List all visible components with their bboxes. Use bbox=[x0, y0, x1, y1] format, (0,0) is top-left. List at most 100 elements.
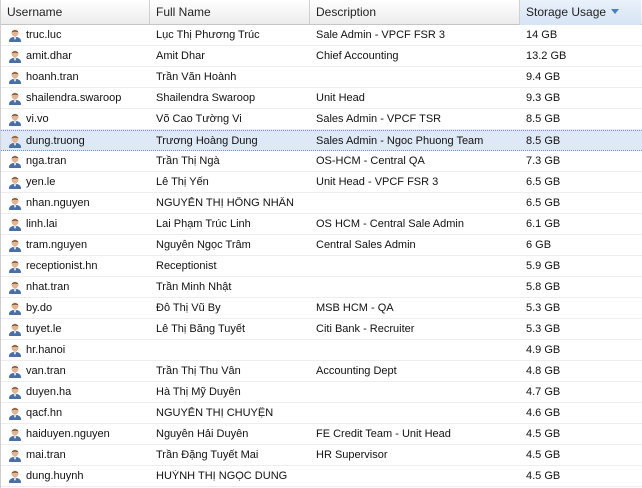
cell-username: van.tran bbox=[1, 364, 150, 378]
cell-description: Citi Bank - Recruiter bbox=[316, 323, 415, 335]
cell-username: mai.tran bbox=[1, 448, 150, 462]
table-row[interactable]: by.do Đỗ Thị Vũ By MSB HCM - QA 5.3 GB bbox=[1, 298, 642, 319]
cell-username: nga.tran bbox=[1, 154, 150, 168]
username-text: duyen.ha bbox=[26, 386, 72, 398]
cell-username: dung.huynh bbox=[1, 469, 150, 483]
cell-full-name: Đỗ Thị Vũ By bbox=[156, 302, 221, 314]
cell-description: Sales Admin - Ngoc Phuong Team bbox=[316, 134, 484, 147]
storage-usage-grid: Username Full Name Description Storage U… bbox=[0, 0, 642, 488]
cell-storage-usage: 8.5 GB bbox=[526, 134, 561, 147]
table-row[interactable]: nhan.nguyen NGUYỄN THỊ HỒNG NHÂN 6.5 GB bbox=[1, 193, 642, 214]
cell-username: dung.truong bbox=[1, 134, 150, 148]
cell-description: Central Sales Admin bbox=[316, 239, 416, 251]
table-row[interactable]: yen.le Lê Thị Yến Unit Head - VPCF FSR 3… bbox=[1, 172, 642, 193]
username-text: receptionist.hn bbox=[26, 260, 98, 272]
column-header-storage-usage[interactable]: Storage Usage bbox=[520, 0, 641, 25]
username-text: mai.tran bbox=[26, 449, 66, 461]
cell-full-name: Nguyễn Hải Duyên bbox=[156, 428, 249, 440]
cell-storage-usage: 9.4 GB bbox=[526, 71, 561, 83]
cell-full-name: Trần Minh Nhật bbox=[156, 281, 232, 293]
cell-full-name: Lai Phạm Trúc Linh bbox=[156, 218, 251, 230]
cell-full-name: Nguyễn Ngọc Trâm bbox=[156, 239, 251, 251]
username-text: haiduyen.nguyen bbox=[26, 428, 110, 440]
cell-storage-usage: 5.3 GB bbox=[526, 323, 561, 335]
cell-storage-usage: 4.5 GB bbox=[526, 470, 561, 482]
table-row[interactable]: linh.lai Lai Phạm Trúc Linh OS HCM - Cen… bbox=[1, 214, 642, 235]
cell-description: Sales Admin - VPCF TSR bbox=[316, 113, 442, 125]
cell-description: Unit Head - VPCF FSR 3 bbox=[316, 176, 439, 188]
cell-description: MSB HCM - QA bbox=[316, 302, 394, 314]
table-row[interactable]: van.tran Trần Thị Thu Vân Accounting Dep… bbox=[1, 361, 642, 382]
cell-username: linh.lai bbox=[1, 217, 150, 231]
cell-storage-usage: 6 GB bbox=[526, 239, 552, 251]
cell-full-name: Trần Thị Thu Vân bbox=[156, 365, 241, 377]
column-header-username[interactable]: Username bbox=[1, 0, 150, 25]
cell-username: vi.vo bbox=[1, 112, 150, 126]
table-row[interactable]: vi.vo Võ Cao Tường Vi Sales Admin - VPCF… bbox=[1, 109, 642, 130]
table-row[interactable]: tuyet.le Lê Thị Băng Tuyết Citi Bank - R… bbox=[1, 319, 642, 340]
cell-full-name: NGUYỄN THỊ CHUYỆN bbox=[156, 407, 274, 419]
cell-full-name: Shailendra Swaroop bbox=[156, 92, 256, 104]
cell-full-name: Trần Đặng Tuyết Mai bbox=[156, 449, 259, 461]
username-text: truc.luc bbox=[26, 29, 62, 41]
cell-storage-usage: 4.6 GB bbox=[526, 407, 561, 419]
cell-full-name: HUỲNH THỊ NGỌC DUNG bbox=[156, 470, 288, 482]
username-text: tuyet.le bbox=[26, 323, 62, 335]
user-icon bbox=[9, 92, 21, 105]
table-row[interactable]: hr.hanoi 4.9 GB bbox=[1, 340, 642, 361]
table-row[interactable]: hoanh.tran Trần Văn Hoành 9.4 GB bbox=[1, 67, 642, 88]
table-row[interactable]: truc.luc Lục Thị Phương Trúc Sale Admin … bbox=[1, 25, 642, 46]
table-row[interactable]: dung.huynh HUỲNH THỊ NGỌC DUNG 4.5 GB bbox=[1, 466, 642, 487]
cell-username: receptionist.hn bbox=[1, 259, 150, 273]
table-row[interactable]: haiduyen.nguyen Nguyễn Hải Duyên FE Cred… bbox=[1, 424, 642, 445]
username-text: linh.lai bbox=[26, 218, 58, 230]
table-row[interactable]: dung.truong Trương Hoàng Dung Sales Admi… bbox=[1, 130, 642, 151]
cell-full-name: NGUYỄN THỊ HỒNG NHÂN bbox=[156, 197, 294, 209]
username-text: vi.vo bbox=[26, 113, 49, 125]
cell-username: amit.dhar bbox=[1, 49, 150, 63]
user-icon bbox=[9, 135, 21, 148]
user-icon bbox=[9, 71, 21, 84]
sort-desc-icon[interactable] bbox=[611, 9, 620, 15]
cell-full-name: Trương Hoàng Dung bbox=[156, 134, 258, 147]
cell-full-name: Lê Thị Băng Tuyết bbox=[156, 323, 246, 335]
cell-username: nhat.tran bbox=[1, 280, 150, 294]
cell-storage-usage: 6.5 GB bbox=[526, 176, 561, 188]
table-row[interactable]: receptionist.hn Receptionist 5.9 GB bbox=[1, 256, 642, 277]
cell-full-name: Trần Văn Hoành bbox=[156, 71, 237, 83]
cell-description: Accounting Dept bbox=[316, 365, 397, 377]
username-text: qacf.hn bbox=[26, 407, 63, 419]
user-icon bbox=[9, 449, 21, 462]
table-row[interactable]: nhat.tran Trần Minh Nhật 5.8 GB bbox=[1, 277, 642, 298]
cell-full-name: Receptionist bbox=[156, 260, 217, 272]
table-row[interactable]: duyen.ha Hà Thị Mỹ Duyên 4.7 GB bbox=[1, 382, 642, 403]
table-row[interactable]: amit.dhar Amit Dhar Chief Accounting 13.… bbox=[1, 46, 642, 67]
cell-storage-usage: 5.9 GB bbox=[526, 260, 561, 272]
user-icon bbox=[9, 302, 21, 315]
cell-description: Unit Head bbox=[316, 92, 365, 104]
cell-username: nhan.nguyen bbox=[1, 196, 150, 210]
username-text: by.do bbox=[26, 302, 53, 314]
cell-storage-usage: 6.1 GB bbox=[526, 218, 561, 230]
cell-storage-usage: 4.9 GB bbox=[526, 344, 561, 356]
table-row[interactable]: nga.tran Trần Thị Ngà OS-HCM - Central Q… bbox=[1, 151, 642, 172]
user-icon bbox=[9, 155, 21, 168]
user-icon bbox=[9, 281, 21, 294]
user-icon bbox=[9, 29, 21, 42]
username-text: van.tran bbox=[26, 365, 66, 377]
cell-description: FE Credit Team - Unit Head bbox=[316, 428, 451, 440]
column-header-full-name[interactable]: Full Name bbox=[150, 0, 310, 25]
username-text: yen.le bbox=[26, 176, 56, 188]
table-row[interactable]: mai.tran Trần Đặng Tuyết Mai HR Supervis… bbox=[1, 445, 642, 466]
cell-username: shailendra.swaroop bbox=[1, 91, 150, 105]
user-icon bbox=[9, 470, 21, 483]
table-row[interactable]: shailendra.swaroop Shailendra Swaroop Un… bbox=[1, 88, 642, 109]
column-header-description[interactable]: Description bbox=[310, 0, 520, 25]
cell-description: OS-HCM - Central QA bbox=[316, 155, 425, 167]
user-icon bbox=[9, 239, 21, 252]
user-icon bbox=[9, 197, 21, 210]
cell-username: tuyet.le bbox=[1, 322, 150, 336]
table-row[interactable]: tram.nguyen Nguyễn Ngọc Trâm Central Sal… bbox=[1, 235, 642, 256]
user-icon bbox=[9, 323, 21, 336]
table-row[interactable]: qacf.hn NGUYỄN THỊ CHUYỆN 4.6 GB bbox=[1, 403, 642, 424]
